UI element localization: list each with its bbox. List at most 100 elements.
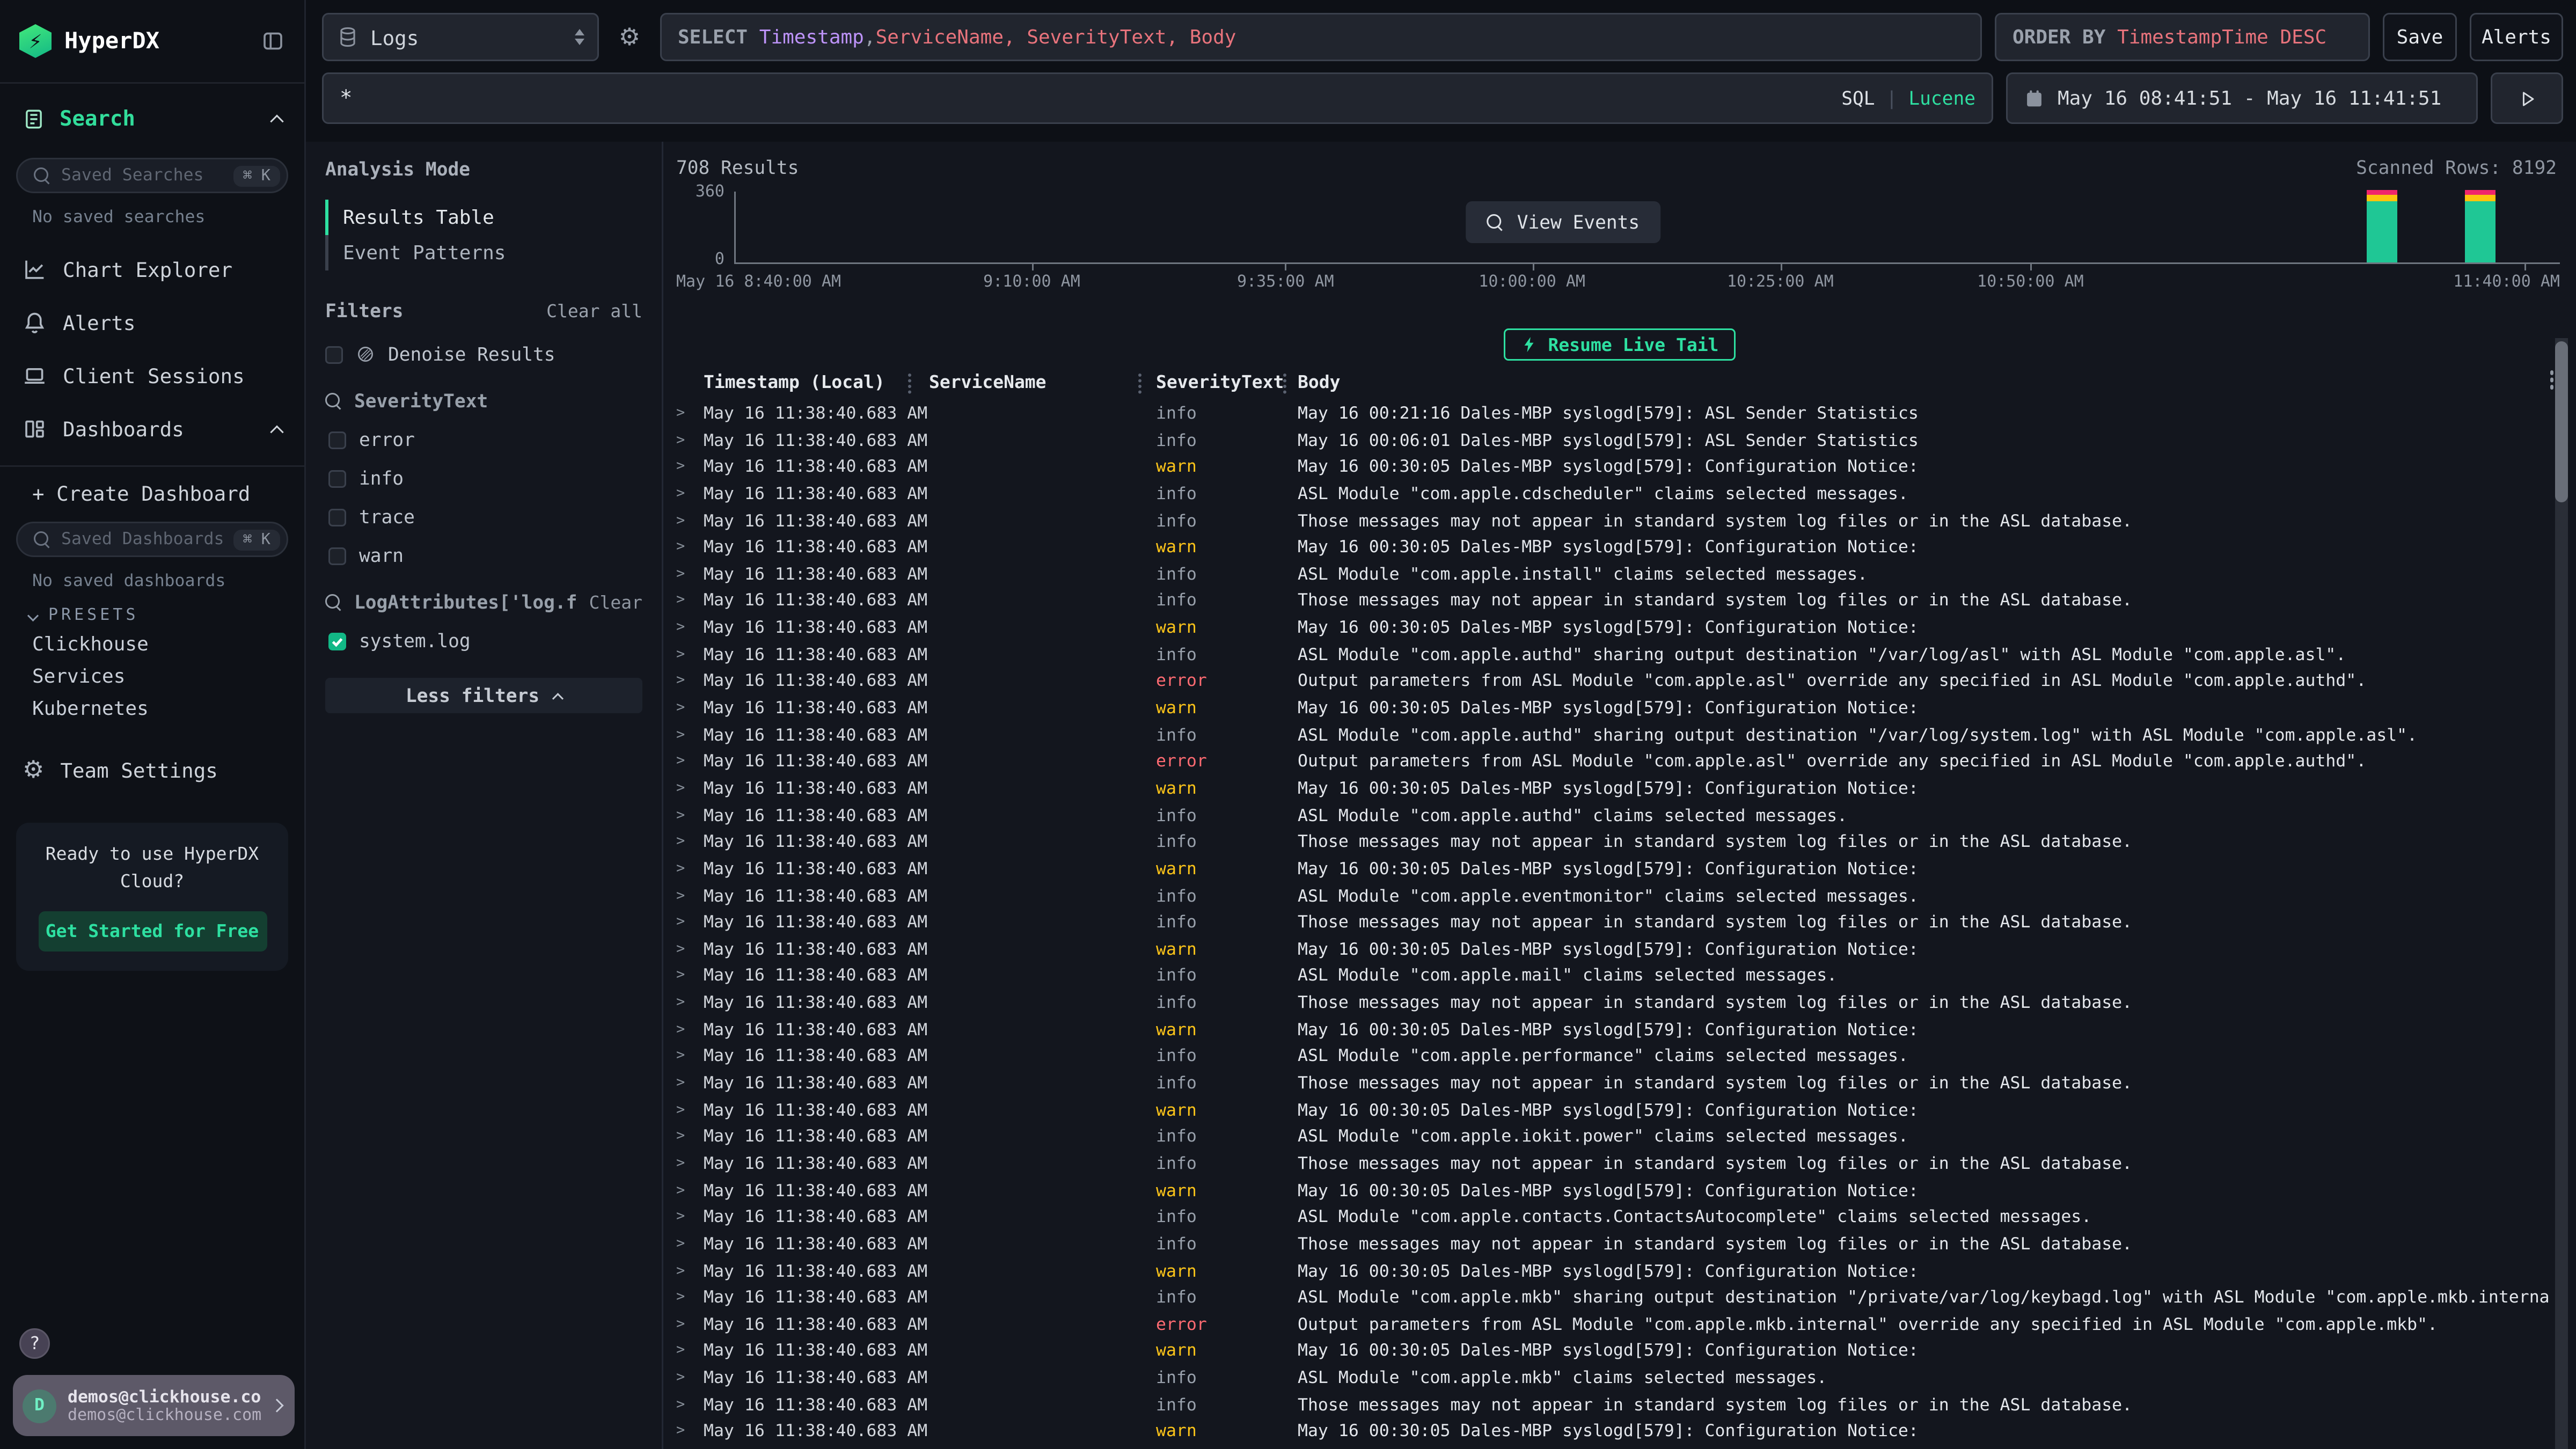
log-row[interactable]: > May 16 11:38:40.683 AM info ASL Module… xyxy=(663,1208,2576,1235)
row-expand-chevron[interactable]: > xyxy=(676,1022,685,1038)
search-query-input[interactable]: * SQL | Lucene xyxy=(322,72,1993,124)
row-expand-chevron[interactable]: > xyxy=(676,808,685,824)
sidebar-item-dashboards[interactable]: Dashboards xyxy=(0,402,304,456)
sidebar-collapse-icon[interactable] xyxy=(261,29,285,53)
date-range-picker[interactable]: May 16 08:41:51 - May 16 11:41:51 xyxy=(2006,72,2478,124)
save-button[interactable]: Save xyxy=(2383,13,2457,61)
row-expand-chevron[interactable]: > xyxy=(676,1343,685,1359)
row-expand-chevron[interactable]: > xyxy=(676,486,685,502)
row-expand-chevron[interactable]: > xyxy=(676,915,685,931)
log-row[interactable]: > May 16 11:38:40.683 AM warn May 16 00:… xyxy=(663,779,2576,806)
preset-services[interactable]: Services xyxy=(0,660,304,692)
sidebar-item-team-settings[interactable]: ⚙ Team Settings xyxy=(0,744,304,797)
log-row[interactable]: > May 16 11:38:40.683 AM warn May 16 00:… xyxy=(663,699,2576,726)
log-row[interactable]: > May 16 11:38:40.683 AM info ASL Module… xyxy=(663,565,2576,592)
row-expand-chevron[interactable]: > xyxy=(676,754,685,770)
log-row[interactable]: > May 16 11:38:40.683 AM warn May 16 00:… xyxy=(663,940,2576,967)
less-filters-button[interactable]: Less filters xyxy=(325,678,642,713)
checkbox[interactable] xyxy=(328,470,346,487)
log-row[interactable]: > May 16 11:38:40.683 AM info ASL Module… xyxy=(663,1368,2576,1395)
filter-option-error[interactable]: error xyxy=(325,428,642,451)
row-expand-chevron[interactable]: > xyxy=(676,968,685,984)
row-expand-chevron[interactable]: > xyxy=(676,1290,685,1306)
preset-kubernetes[interactable]: Kubernetes xyxy=(0,692,304,724)
row-expand-chevron[interactable]: > xyxy=(676,1129,685,1145)
log-row[interactable]: > May 16 11:38:40.683 AM info ASL Module… xyxy=(663,1128,2576,1154)
user-menu[interactable]: D demos@clickhouse.com demos@clickhouse.… xyxy=(13,1375,295,1436)
row-expand-chevron[interactable]: > xyxy=(676,647,685,663)
lang-sql-toggle[interactable]: SQL xyxy=(1841,87,1875,109)
presets-toggle[interactable]: PRESETS xyxy=(29,607,304,625)
log-row[interactable]: > May 16 11:38:40.683 AM warn May 16 00:… xyxy=(663,1262,2576,1289)
table-options-icon[interactable] xyxy=(2550,370,2554,375)
row-expand-chevron[interactable]: > xyxy=(676,567,685,583)
row-expand-chevron[interactable]: > xyxy=(676,1316,685,1333)
log-row[interactable]: > May 16 11:38:40.683 AM info ASL Module… xyxy=(663,645,2576,672)
log-row[interactable]: > May 16 11:38:40.683 AM warn May 16 00:… xyxy=(663,1101,2576,1128)
row-expand-chevron[interactable]: > xyxy=(676,1210,685,1226)
sidebar-item-client-sessions[interactable]: Client Sessions xyxy=(0,349,304,402)
row-expand-chevron[interactable]: > xyxy=(676,459,685,475)
row-expand-chevron[interactable]: > xyxy=(676,620,685,636)
filter-option-warn[interactable]: warn xyxy=(325,544,642,567)
mode-results-table[interactable]: Results Table xyxy=(325,200,642,235)
log-row[interactable]: > May 16 11:38:40.683 AM info May 16 00:… xyxy=(663,431,2576,458)
row-expand-chevron[interactable]: > xyxy=(676,727,685,743)
column-resize-handle[interactable] xyxy=(1283,374,1286,377)
row-expand-chevron[interactable]: > xyxy=(676,1075,685,1092)
source-settings-button[interactable]: ⚙ xyxy=(612,13,647,61)
row-expand-chevron[interactable]: > xyxy=(676,1424,685,1440)
column-header-body[interactable]: Body xyxy=(1298,372,1341,393)
log-row[interactable]: > May 16 11:38:40.683 AM warn May 16 00:… xyxy=(663,1342,2576,1368)
scrollbar-thumb[interactable] xyxy=(2555,341,2568,502)
create-dashboard-button[interactable]: + Create Dashboard xyxy=(0,467,304,510)
row-expand-chevron[interactable]: > xyxy=(676,941,685,957)
row-expand-chevron[interactable]: > xyxy=(676,433,685,449)
log-row[interactable]: > May 16 11:38:40.683 AM info Those mess… xyxy=(663,993,2576,1020)
column-header-timestamp[interactable]: Timestamp (Local) xyxy=(704,372,885,393)
saved-dashboards-input[interactable]: Saved Dashboards ⌘ K xyxy=(16,522,288,557)
column-header-severitytext[interactable]: SeverityText xyxy=(1156,372,1284,393)
row-expand-chevron[interactable]: > xyxy=(676,406,685,422)
select-query-input[interactable]: SELECT Timestamp, ServiceName, SeverityT… xyxy=(660,13,1982,61)
resume-live-tail-button[interactable]: Resume Live Tail xyxy=(1503,328,1737,361)
row-expand-chevron[interactable]: > xyxy=(676,1102,685,1118)
alerts-button[interactable]: Alerts xyxy=(2470,13,2563,61)
log-row[interactable]: > May 16 11:38:40.683 AM info ASL Module… xyxy=(663,806,2576,833)
histogram-bar[interactable] xyxy=(2366,190,2397,262)
row-expand-chevron[interactable]: > xyxy=(676,513,685,529)
checkbox[interactable] xyxy=(328,547,346,565)
log-row[interactable]: > May 16 11:38:40.683 AM info May 16 00:… xyxy=(663,404,2576,431)
filter-option-info[interactable]: info xyxy=(325,467,642,489)
clear-all-button[interactable]: Clear all xyxy=(546,301,642,321)
log-row[interactable]: > May 16 11:38:40.683 AM info Those mess… xyxy=(663,1154,2576,1181)
results-histogram[interactable]: 360 0 May 16 8:40:00 AM 9:10:00 AM 9:35:… xyxy=(676,182,2560,324)
row-expand-chevron[interactable]: > xyxy=(676,1397,685,1413)
log-row[interactable]: > May 16 11:38:40.683 AM info Those mess… xyxy=(663,833,2576,860)
run-query-button[interactable] xyxy=(2491,72,2563,124)
row-expand-chevron[interactable]: > xyxy=(676,1156,685,1172)
row-expand-chevron[interactable]: > xyxy=(676,674,685,690)
log-row[interactable]: > May 16 11:38:40.683 AM info ASL Module… xyxy=(663,726,2576,752)
log-row[interactable]: > May 16 11:38:40.683 AM warn May 16 00:… xyxy=(663,458,2576,485)
column-resize-handle[interactable] xyxy=(1138,374,1141,377)
log-row[interactable]: > May 16 11:38:40.683 AM warn May 16 00:… xyxy=(663,860,2576,887)
log-row[interactable]: > May 16 11:38:40.683 AM info ASL Module… xyxy=(663,1047,2576,1074)
help-button[interactable]: ? xyxy=(19,1328,50,1359)
denoise-results-option[interactable]: Denoise Results xyxy=(325,343,642,365)
log-row[interactable]: > May 16 11:38:40.683 AM info ASL Module… xyxy=(663,1288,2576,1315)
row-expand-chevron[interactable]: > xyxy=(676,540,685,556)
row-expand-chevron[interactable]: > xyxy=(676,593,685,609)
lang-lucene-toggle[interactable]: Lucene xyxy=(1908,87,1975,109)
table-scrollbar[interactable] xyxy=(2555,338,2568,1449)
preset-clickhouse[interactable]: Clickhouse xyxy=(0,628,304,660)
log-row[interactable]: > May 16 11:38:40.683 AM info ASL Module… xyxy=(663,967,2576,993)
log-row[interactable]: > May 16 11:38:40.683 AM info Those mess… xyxy=(663,591,2576,618)
log-row[interactable]: > May 16 11:38:40.683 AM warn May 16 00:… xyxy=(663,1020,2576,1047)
log-row[interactable]: > May 16 11:38:40.683 AM info Those mess… xyxy=(663,1235,2576,1262)
log-row[interactable]: > May 16 11:38:40.683 AM info Those mess… xyxy=(663,913,2576,940)
column-header-servicename[interactable]: ServiceName xyxy=(929,372,1046,393)
get-started-button[interactable]: Get Started for Free xyxy=(38,911,267,952)
row-expand-chevron[interactable]: > xyxy=(676,781,685,797)
log-row[interactable]: > May 16 11:38:40.683 AM warn May 16 00:… xyxy=(663,1422,2576,1449)
